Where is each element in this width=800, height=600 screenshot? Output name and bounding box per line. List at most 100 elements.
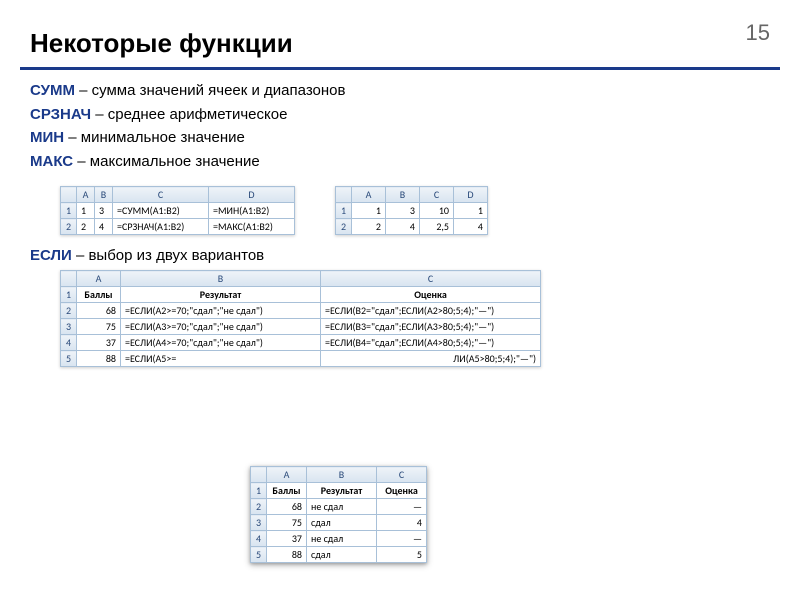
row-header: 3 — [251, 515, 267, 531]
cell: 4 — [377, 515, 427, 531]
row-header: 3 — [61, 319, 77, 335]
slide-number: 15 — [746, 20, 770, 46]
cell: 2,5 — [420, 219, 454, 235]
corner — [251, 467, 267, 483]
cell: 2 — [77, 219, 95, 235]
func-name: ЕСЛИ — [30, 247, 72, 264]
cell: =ЕСЛИ(B3="сдал";ЕСЛИ(A3>80;5;4);"—") — [321, 319, 541, 335]
tables-row: A B C D 1 1 3 =СУММ(A1:B2) =МИН(A1:B2) 2… — [0, 182, 800, 243]
col-header: A — [267, 467, 307, 483]
cell: 5 — [377, 547, 427, 563]
col-header: A — [77, 271, 121, 287]
cell: 75 — [77, 319, 121, 335]
cell: 10 — [420, 203, 454, 219]
cell: =ЕСЛИ(A5>= — [121, 351, 321, 367]
corner — [61, 271, 77, 287]
title-underline — [20, 67, 780, 70]
func-name: СРЗНАЧ — [30, 106, 91, 123]
col-header: C — [321, 271, 541, 287]
cell: =СУММ(A1:B2) — [113, 203, 209, 219]
cell: Оценка — [321, 287, 541, 303]
excel-table-if-results: A B C 1 Баллы Результат Оценка 2 68 не с… — [250, 466, 427, 563]
def-max: МАКС – максимальное значение — [30, 151, 770, 174]
cell: 3 — [95, 203, 113, 219]
row-header: 1 — [251, 483, 267, 499]
cell: ЛИ(A5>80;5;4);"—") — [321, 351, 541, 367]
corner — [336, 187, 352, 203]
cell: 4 — [454, 219, 488, 235]
row-header: 5 — [61, 351, 77, 367]
cell: 2 — [352, 219, 386, 235]
cell: 68 — [267, 499, 307, 515]
definitions-block: СУММ – сумма значений ячеек и диапазонов… — [0, 80, 800, 182]
col-header: B — [121, 271, 321, 287]
col-header: C — [377, 467, 427, 483]
col-header: D — [454, 187, 488, 203]
row-header: 4 — [251, 531, 267, 547]
row-header: 2 — [336, 219, 352, 235]
func-desc: – выбор из двух вариантов — [72, 247, 264, 264]
col-header: B — [307, 467, 377, 483]
cell: Баллы — [77, 287, 121, 303]
col-header: B — [95, 187, 113, 203]
cell: 88 — [267, 547, 307, 563]
cell: =ЕСЛИ(A3>=70;"сдал";"не сдал") — [121, 319, 321, 335]
col-header: B — [386, 187, 420, 203]
col-header: D — [209, 187, 295, 203]
row-header: 2 — [61, 219, 77, 235]
cell: 4 — [95, 219, 113, 235]
cell: Результат — [307, 483, 377, 499]
cell: не сдал — [307, 499, 377, 515]
corner — [61, 187, 77, 203]
cell: =ЕСЛИ(B2="сдал";ЕСЛИ(A2>80;5;4);"—") — [321, 303, 541, 319]
row-header: 2 — [61, 303, 77, 319]
col-header: C — [113, 187, 209, 203]
row-header: 1 — [61, 203, 77, 219]
def-average: СРЗНАЧ – среднее арифметическое — [30, 104, 770, 127]
def-sum: СУММ – сумма значений ячеек и диапазонов — [30, 80, 770, 103]
cell: =ЕСЛИ(B4="сдал";ЕСЛИ(A4>80;5;4);"—") — [321, 335, 541, 351]
col-header: A — [77, 187, 95, 203]
row-header: 1 — [336, 203, 352, 219]
func-name: МИН — [30, 129, 64, 146]
cell: Баллы — [267, 483, 307, 499]
cell: Результат — [121, 287, 321, 303]
excel-table-results: A B C D 1 1 3 10 1 2 2 4 2,5 4 — [335, 186, 488, 235]
cell: не сдал — [307, 531, 377, 547]
page-title: Некоторые функции — [0, 0, 800, 67]
cell: 1 — [77, 203, 95, 219]
cell: 88 — [77, 351, 121, 367]
cell: =МИН(A1:B2) — [209, 203, 295, 219]
if-heading: ЕСЛИ – выбор из двух вариантов — [0, 243, 800, 268]
cell: 1 — [454, 203, 488, 219]
excel-table-formulas: A B C D 1 1 3 =СУММ(A1:B2) =МИН(A1:B2) 2… — [60, 186, 295, 235]
cell: 37 — [77, 335, 121, 351]
cell: 75 — [267, 515, 307, 531]
def-min: МИН – минимальное значение — [30, 127, 770, 150]
func-desc: – максимальное значение — [73, 153, 260, 170]
row-header: 4 — [61, 335, 77, 351]
cell: Оценка — [377, 483, 427, 499]
cell: 68 — [77, 303, 121, 319]
cell: 4 — [386, 219, 420, 235]
col-header: C — [420, 187, 454, 203]
cell: =МАКС(A1:B2) — [209, 219, 295, 235]
cell: — — [377, 531, 427, 547]
cell: 3 — [386, 203, 420, 219]
func-name: МАКС — [30, 153, 73, 170]
col-header: A — [352, 187, 386, 203]
cell: =ЕСЛИ(A2>=70;"сдал";"не сдал") — [121, 303, 321, 319]
func-name: СУММ — [30, 82, 75, 99]
cell: — — [377, 499, 427, 515]
row-header: 1 — [61, 287, 77, 303]
cell: =СРЗНАЧ(A1:B2) — [113, 219, 209, 235]
cell: 1 — [352, 203, 386, 219]
func-desc: – среднее арифметическое — [91, 106, 287, 123]
row-header: 5 — [251, 547, 267, 563]
cell: =ЕСЛИ(A4>=70;"сдал";"не сдал") — [121, 335, 321, 351]
func-desc: – минимальное значение — [64, 129, 245, 146]
cell: 37 — [267, 531, 307, 547]
cell: сдал — [307, 515, 377, 531]
excel-table-if-formulas: A B C 1 Баллы Результат Оценка 2 68 =ЕСЛ… — [60, 270, 541, 367]
wide-table-wrap: A B C 1 Баллы Результат Оценка 2 68 =ЕСЛ… — [0, 268, 800, 367]
